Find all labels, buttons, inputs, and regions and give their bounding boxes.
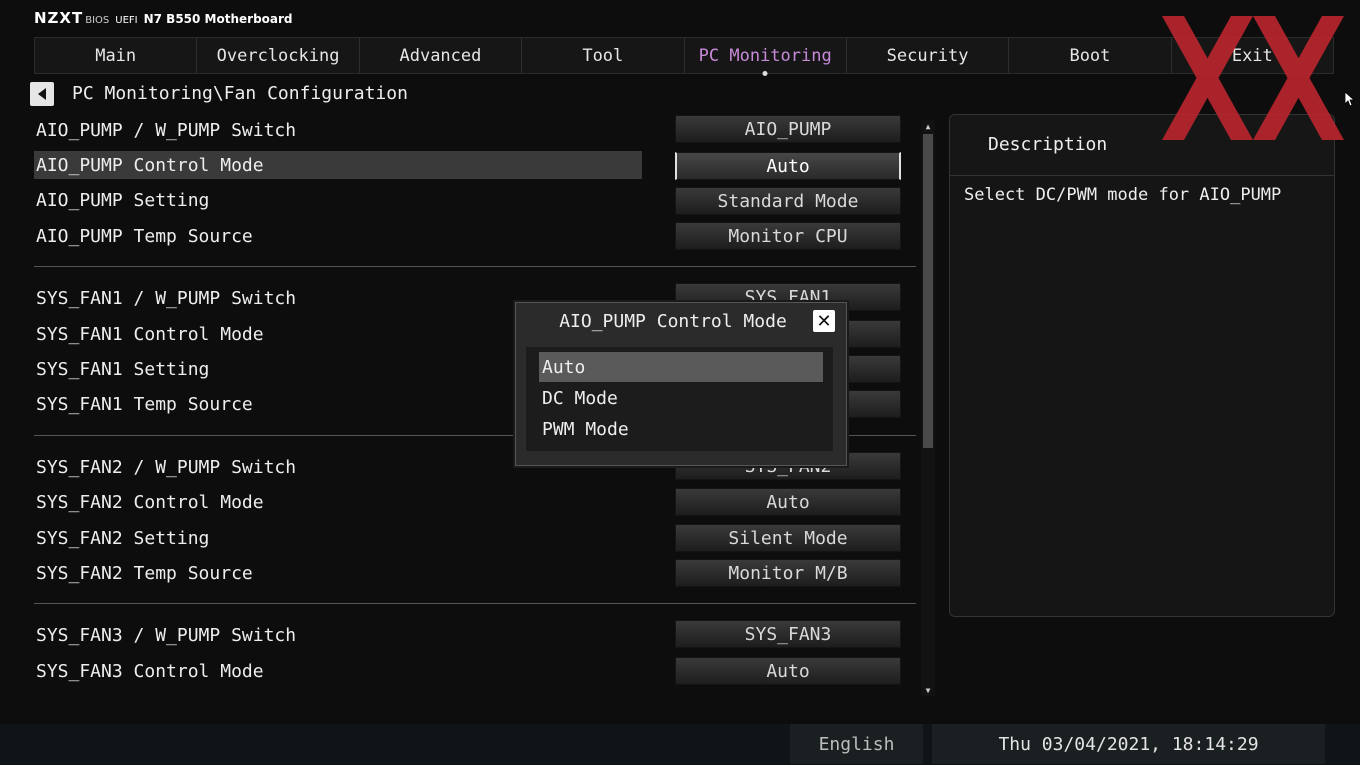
tab-security[interactable]: Security [847,38,1010,73]
setting-label[interactable]: SYS_FAN2 Control Mode [34,488,642,516]
brand-logo: NZXT [34,9,84,27]
back-arrow-icon [38,88,46,100]
main-tab-bar: Main Overclocking Advanced Tool PC Monit… [34,37,1334,74]
brand-uefi-label: UEFI [115,15,138,26]
setting-label[interactable]: AIO_PUMP Temp Source [34,222,642,250]
tab-advanced[interactable]: Advanced [360,38,523,73]
breadcrumb: PC Monitoring\Fan Configuration [72,83,408,104]
setting-value-button[interactable]: Auto [675,657,901,685]
tab-overclocking[interactable]: Overclocking [197,38,360,73]
setting-value-button-selected[interactable]: Auto [675,152,901,180]
setting-label[interactable]: SYS_FAN2 Temp Source [34,559,642,587]
popup-option-pwm-mode[interactable]: PWM Mode [539,414,823,444]
language-button[interactable]: English [790,724,923,764]
board-model: N7 B550 Motherboard [143,12,293,26]
tab-tool[interactable]: Tool [522,38,685,73]
description-text: Select DC/PWM mode for AIO_PUMP [964,185,1282,205]
close-icon[interactable]: ✕ [813,310,835,332]
scroll-up-icon[interactable]: ▲ [921,120,935,132]
setting-value-button[interactable]: Monitor CPU [675,222,901,250]
setting-value-button[interactable]: AIO_PUMP [675,115,901,143]
tab-boot[interactable]: Boot [1009,38,1172,73]
xx-watermark-logo [1162,16,1344,140]
setting-value-button[interactable]: Standard Mode [675,187,901,215]
popup-option-list: Auto DC Mode PWM Mode [526,347,833,451]
setting-value-button[interactable]: SYS_FAN3 [675,620,901,648]
brand-bios-label: BIOS [85,15,110,26]
setting-label[interactable]: AIO_PUMP Setting [34,186,642,214]
scroll-thumb[interactable] [923,134,933,448]
tab-main[interactable]: Main [35,38,198,73]
control-mode-popup: AIO_PUMP Control Mode ✕ Auto DC Mode PWM… [515,302,847,466]
mouse-cursor-icon [1345,92,1355,107]
setting-value-button[interactable]: Monitor M/B [675,559,901,587]
setting-value-button[interactable]: Silent Mode [675,524,901,552]
setting-label[interactable]: SYS_FAN2 Setting [34,524,642,552]
setting-label[interactable]: SYS_FAN3 / W_PUMP Switch [34,621,642,649]
setting-label[interactable]: AIO_PUMP / W_PUMP Switch [34,116,642,144]
group-divider [34,266,916,267]
setting-value-button[interactable]: Auto [675,488,901,516]
description-panel: Description Select DC/PWM mode for AIO_P… [949,114,1335,617]
scroll-down-icon[interactable]: ▼ [921,684,935,696]
group-divider [34,603,916,604]
description-title: Description [988,134,1108,155]
brand-header: NZXT BIOS UEFI N7 B550 Motherboard [34,9,293,29]
popup-option-dc-mode[interactable]: DC Mode [539,383,823,413]
popup-option-auto[interactable]: Auto [539,352,823,382]
popup-title: AIO_PUMP Control Mode [559,311,787,332]
settings-scrollbar[interactable]: ▲ ▼ [921,120,935,696]
tab-pc-monitoring[interactable]: PC Monitoring [685,38,847,73]
setting-label[interactable]: SYS_FAN3 Control Mode [34,657,642,685]
datetime-display: Thu 03/04/2021, 18:14:29 [932,724,1325,764]
setting-label-selected[interactable]: AIO_PUMP Control Mode [34,151,642,179]
back-button[interactable] [30,82,54,106]
